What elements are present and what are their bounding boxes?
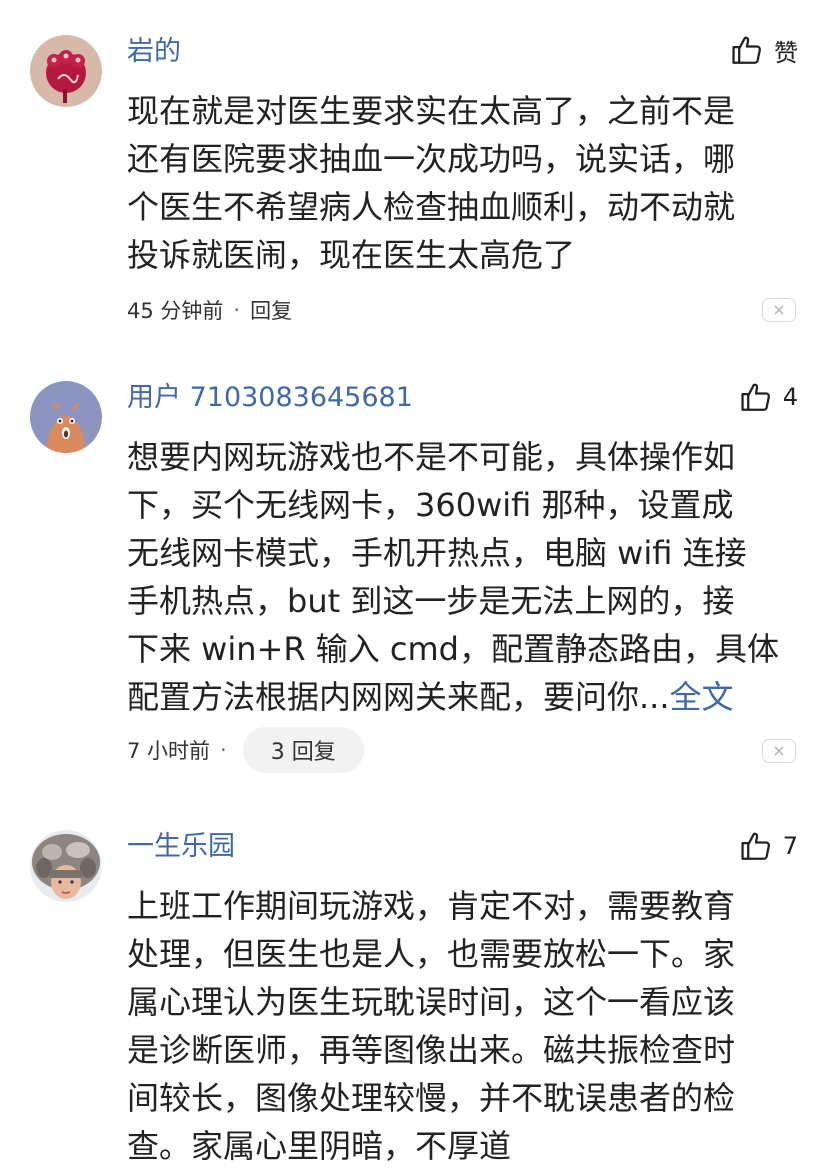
comment-line: 上班工作期间玩游戏，肯定不对，需要教育	[127, 887, 736, 925]
comment-text: 上班工作期间玩游戏，肯定不对，需要教育 处理，但医生也是人，也需要放松一下。家 …	[127, 882, 797, 1170]
thumbs-up-icon	[741, 832, 770, 860]
avatar[interactable]	[30, 830, 102, 902]
comment-line: 查。家属心里阴暗，不厚道	[127, 1127, 512, 1165]
comment-item: 一生乐园 7 上班工作期间玩游戏，肯定不对，需要教育 处理，但医生也是人，也需要…	[0, 0, 828, 1168]
like-count: 7	[782, 832, 798, 860]
comment-line: 处理，但医生也是人，也需要放松一下。家	[127, 935, 736, 973]
like-button[interactable]: 7	[739, 826, 798, 866]
comment-line: 属心理认为医生玩耽误时间，这个一看应该	[127, 983, 736, 1021]
comment-line: 是诊断医师，再等图像出来。磁共振检查时	[127, 1031, 736, 1069]
username[interactable]: 一生乐园	[127, 829, 235, 865]
comment-line: 间较长，图像处理较慢，并不耽误患者的检	[127, 1079, 736, 1117]
